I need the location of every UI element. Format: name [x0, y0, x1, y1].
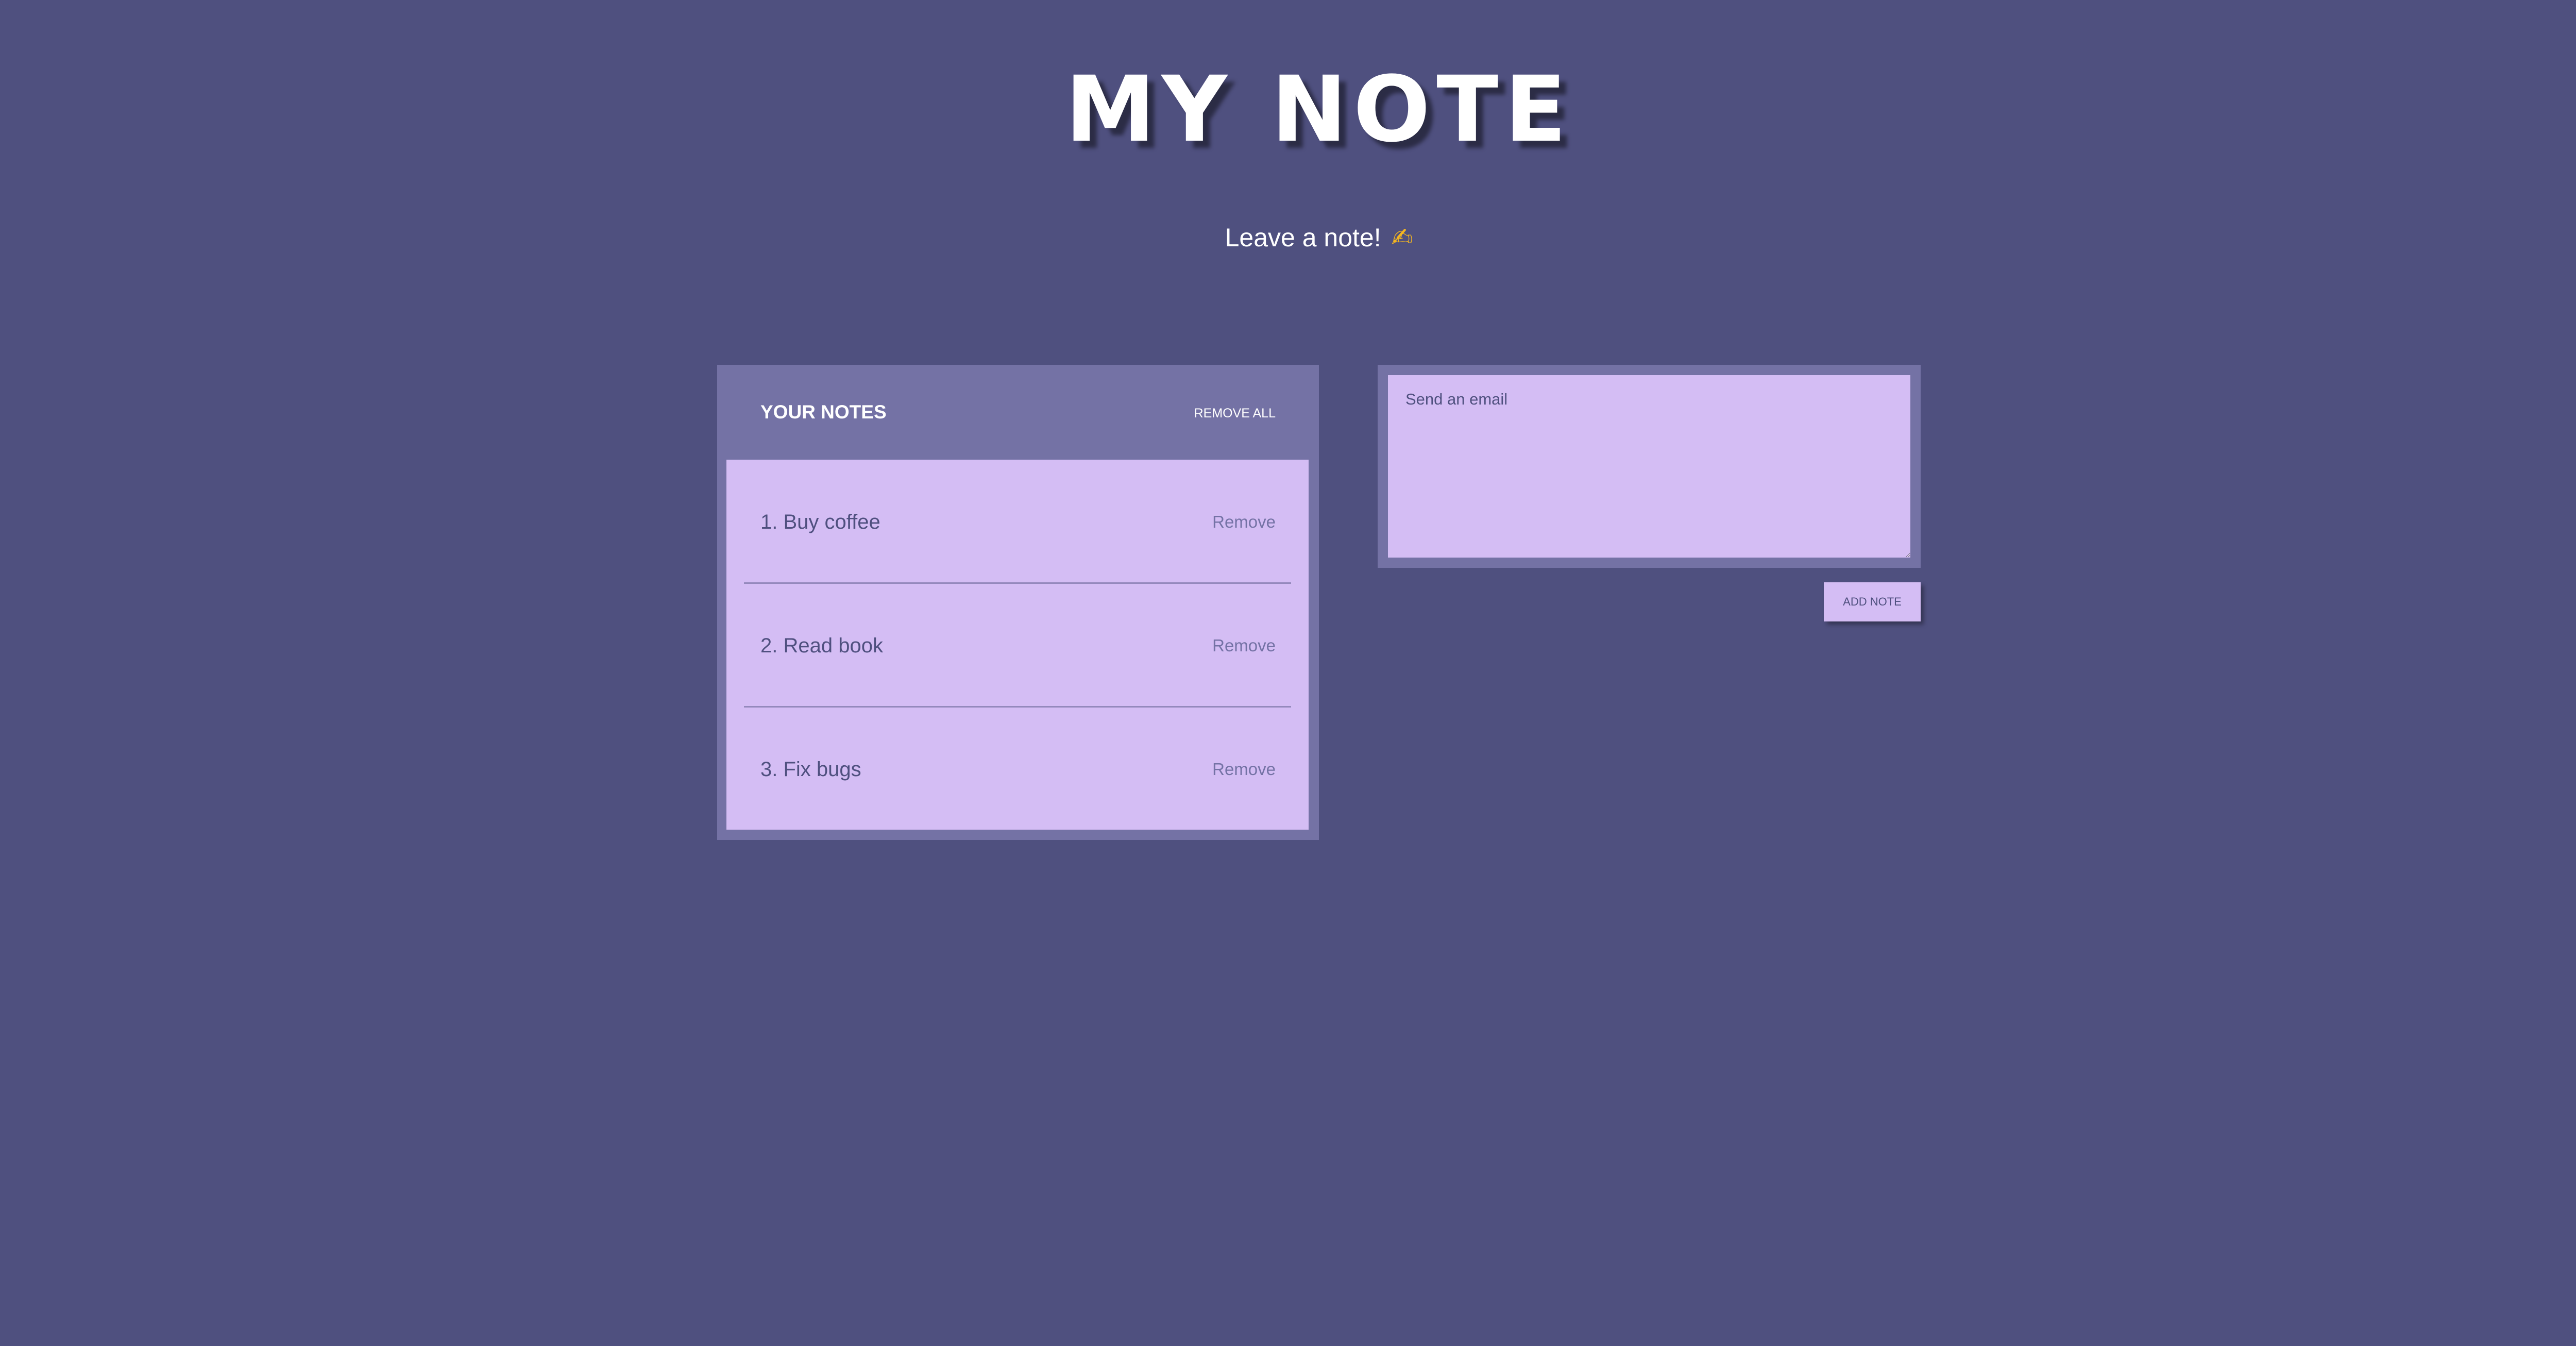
note-composer: Send an email: [1378, 365, 1921, 568]
remove-note-button[interactable]: Remove: [1212, 758, 1276, 781]
add-note-button[interactable]: ADD NOTE: [1824, 582, 1921, 621]
note-text: 1. Buy coffee: [760, 511, 880, 533]
note-item: 2. Read book Remove: [726, 583, 1309, 706]
note-item: 1. Buy coffee Remove: [726, 460, 1309, 583]
notes-list: 1. Buy coffee Remove 2. Read book Remove…: [726, 460, 1309, 830]
note-divider: [744, 582, 1291, 584]
notes-header: YOUR NOTES REMOVE ALL: [717, 365, 1319, 460]
writing-hand-icon: ✍: [1391, 223, 1413, 253]
page-subtitle: Leave a note! ✍: [0, 218, 2576, 257]
notes-panel: YOUR NOTES REMOVE ALL 1. Buy coffee Remo…: [717, 365, 1319, 840]
note-item: 3. Fix bugs Remove: [726, 707, 1309, 830]
notes-heading: YOUR NOTES: [760, 401, 887, 423]
note-divider: [744, 706, 1291, 708]
page-title: MY NOTE: [1065, 57, 1573, 162]
note-input[interactable]: Send an email: [1388, 375, 1910, 558]
note-text: 2. Read book: [760, 634, 883, 657]
remove-note-button[interactable]: Remove: [1212, 634, 1276, 658]
remove-all-button[interactable]: REMOVE ALL: [1194, 404, 1276, 423]
remove-note-button[interactable]: Remove: [1212, 510, 1276, 534]
note-text: 3. Fix bugs: [760, 758, 861, 781]
subtitle-text: Leave a note!: [1225, 223, 1381, 252]
